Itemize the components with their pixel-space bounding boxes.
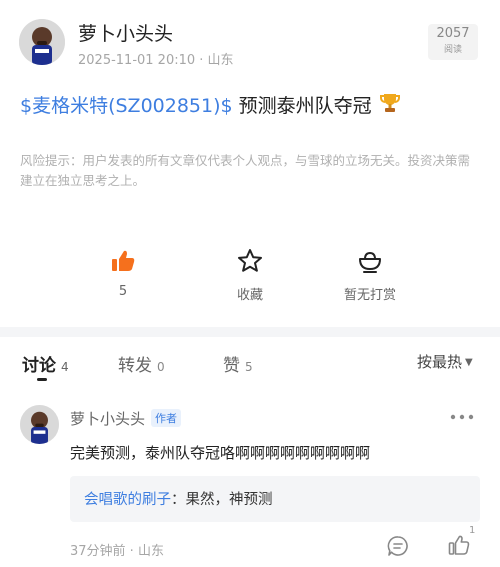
tab-repost-label: 转发: [118, 356, 152, 376]
comment-author-name: 萝卜小头头: [70, 410, 146, 428]
author-name[interactable]: 萝卜小头头: [78, 19, 173, 46]
active-tab-indicator: [37, 378, 47, 381]
reward-button[interactable]: 暂无打赏: [325, 247, 415, 303]
tab-repost[interactable]: 转发 0: [118, 351, 165, 376]
stock-link[interactable]: $麦格米特(SZ002851)$: [20, 95, 233, 117]
comment-text: 完美预测，泰州队夺冠咯啊啊啊啊啊啊啊啊啊: [70, 444, 371, 462]
post-timestamp-location: 2025-11-01 20:10 · 山东: [78, 53, 234, 68]
sort-label: 按最热: [417, 353, 463, 371]
reply-text: ：果然，神预测: [171, 492, 273, 508]
tab-like-count: 5: [245, 360, 253, 374]
comment-avatar[interactable]: [20, 405, 59, 444]
read-count-badge: 2057 阅读: [428, 24, 478, 60]
post-title-text: 预测泰州队夺冠: [232, 95, 372, 117]
favorite-label: 收藏: [236, 288, 263, 303]
thumbs-up-icon: [112, 250, 135, 271]
tab-repost-count: 0: [157, 360, 165, 374]
like-button[interactable]: 5: [78, 247, 168, 299]
author-avatar[interactable]: [19, 19, 65, 65]
post-title: $麦格米特(SZ002851)$ 预测泰州队夺冠: [20, 91, 402, 118]
reply-preview[interactable]: 会唱歌的刷子：果然，神预测: [70, 476, 480, 522]
favorite-button[interactable]: 收藏: [205, 247, 295, 303]
risk-disclaimer: 风险提示：用户发表的所有文章仅代表个人观点，与雪球的立场无关。投资决策需建立在独…: [20, 153, 471, 188]
tab-like-label: 赞: [223, 356, 240, 376]
reward-label: 暂无打赏: [343, 288, 396, 303]
trophy-icon: [379, 94, 400, 112]
comment-timestamp-location: 37分钟前 · 山东: [70, 544, 164, 559]
thumbs-up-outline-icon[interactable]: [447, 533, 471, 557]
tab-discuss-count: 4: [61, 360, 69, 374]
tab-like[interactable]: 赞5: [223, 351, 253, 376]
reply-username[interactable]: 会唱歌的刷子: [84, 492, 171, 508]
read-label: 阅读: [443, 45, 462, 55]
sort-dropdown[interactable]: 按最热 ▼: [417, 351, 473, 372]
more-dots-icon[interactable]: [449, 411, 475, 423]
bowl-icon: [359, 251, 381, 273]
tab-discuss[interactable]: 讨论 4: [22, 351, 69, 376]
star-icon: [238, 249, 262, 272]
tab-discuss-label: 讨论: [22, 356, 56, 376]
comment-author[interactable]: 萝卜小头头 作者: [70, 408, 182, 429]
read-count: 2057: [436, 26, 470, 41]
comment-icon[interactable]: [387, 535, 409, 557]
section-divider: [0, 327, 500, 337]
author-tag-badge: 作者: [151, 409, 182, 427]
comment-like-count: 1: [469, 525, 476, 536]
like-count: 5: [118, 284, 128, 299]
caret-down-icon: ▼: [465, 357, 473, 368]
